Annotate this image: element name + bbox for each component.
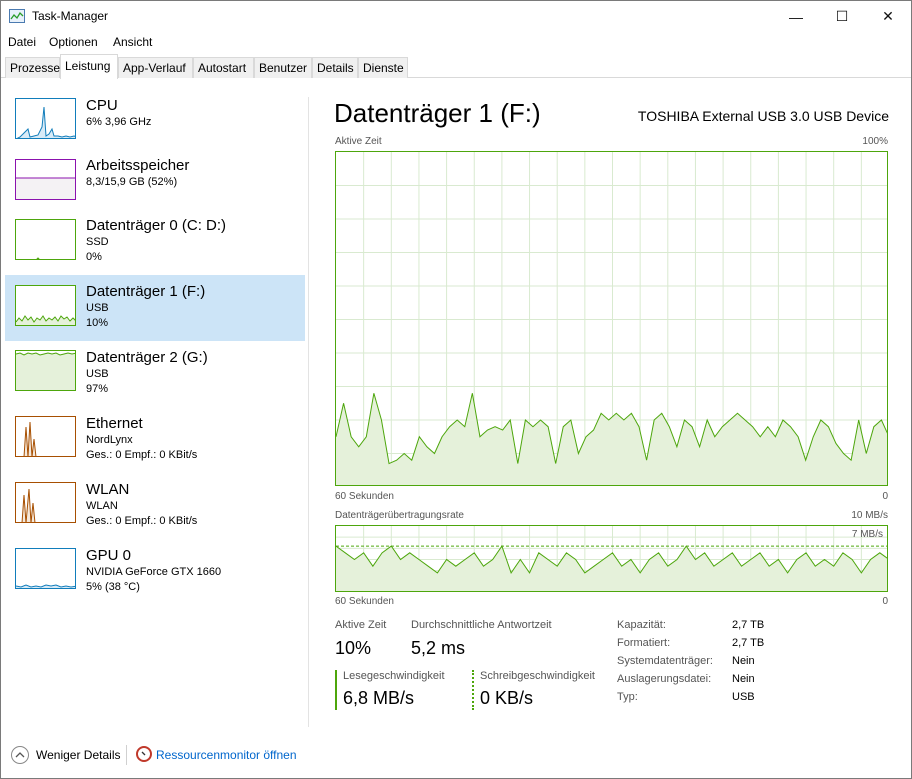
task-manager-icon xyxy=(9,9,25,23)
menu-ansicht[interactable]: Ansicht xyxy=(113,35,152,49)
graph1-max: 100% xyxy=(862,136,888,147)
task-manager-window: Task-Manager — ☐ ✕ Datei Optionen Ansich… xyxy=(0,0,912,779)
maximize-button[interactable]: ☐ xyxy=(819,1,865,32)
sidebar-item-datentraeger-0[interactable]: Datenträger 0 (C: D:) SSD 0% xyxy=(5,214,305,280)
footer-bar: Weniger Details Ressourcenmonitor öffnen xyxy=(1,741,911,769)
tab-app-verlauf[interactable]: App-Verlauf xyxy=(118,57,193,78)
close-button[interactable]: ✕ xyxy=(865,1,911,32)
fewer-details-button[interactable]: Weniger Details xyxy=(36,748,120,762)
prop-key: Auslagerungsdatei: xyxy=(617,673,712,685)
sidebar-item-throughput: Ges.: 0 Empf.: 0 KBit/s xyxy=(86,449,198,461)
sidebar-item-detail: NordLynx xyxy=(86,434,133,446)
sidebar-item-percent: 10% xyxy=(86,317,109,329)
prop-key: Kapazität: xyxy=(617,619,666,631)
sidebar-item-label: CPU xyxy=(86,97,118,114)
sidebar-item-wlan[interactable]: WLAN WLAN Ges.: 0 Empf.: 0 KBit/s xyxy=(5,473,305,539)
tab-details[interactable]: Details xyxy=(312,57,358,78)
sidebar-item-label: WLAN xyxy=(86,481,130,498)
graph1-label: Aktive Zeit xyxy=(335,136,382,147)
resource-sidebar: CPU 6% 3,96 GHz Arbeitsspeicher 8,3/15,9… xyxy=(5,94,307,724)
resource-monitor-icon[interactable] xyxy=(136,746,152,762)
prop-value: 2,7 TB xyxy=(732,637,765,649)
active-time-label: Aktive Zeit xyxy=(335,619,387,631)
sidebar-item-detail: 8,3/15,9 GB (52%) xyxy=(86,176,178,188)
sidebar-item-detail: SSD xyxy=(86,236,109,248)
chevron-up-icon[interactable] xyxy=(11,746,29,764)
panel-divider xyxy=(308,97,309,727)
tab-bar: Prozesse Leistung App-Verlauf Autostart … xyxy=(1,54,911,79)
sidebar-item-datentraeger-2[interactable]: Datenträger 2 (G:) USB 97% xyxy=(5,341,305,407)
disk0-thumbnail-graph xyxy=(15,219,76,260)
open-resource-monitor-link[interactable]: Ressourcenmonitor öffnen xyxy=(156,748,297,762)
sidebar-item-percent: 97% xyxy=(86,383,109,395)
active-time-graph xyxy=(335,151,888,486)
sidebar-item-label: Datenträger 2 (G:) xyxy=(86,349,208,366)
sidebar-item-label: Ethernet xyxy=(86,415,143,432)
menu-optionen[interactable]: Optionen xyxy=(49,35,98,49)
sidebar-item-usage: 5% (38 °C) xyxy=(86,581,140,593)
sidebar-item-detail: NVIDIA GeForce GTX 1660 xyxy=(86,566,222,578)
sidebar-item-detail: USB xyxy=(86,368,109,380)
write-speed-value: 0 KB/s xyxy=(480,688,534,708)
detail-panel: Datenträger 1 (F:) TOSHIBA External USB … xyxy=(334,94,889,714)
graph2-max: 10 MB/s xyxy=(851,510,888,521)
read-speed-value: 6,8 MB/s xyxy=(343,688,415,708)
page-title: Datenträger 1 (F:) xyxy=(334,98,541,128)
tab-autostart[interactable]: Autostart xyxy=(193,57,254,78)
disk1-thumbnail-graph xyxy=(15,285,76,326)
transfer-rate-graph: 7 MB/s xyxy=(335,525,888,592)
disk2-thumbnail-graph xyxy=(15,350,76,391)
read-speed-indicator xyxy=(335,670,337,710)
cpu-thumbnail-graph xyxy=(15,98,76,139)
wlan-thumbnail-graph xyxy=(15,482,76,523)
tab-leistung[interactable]: Leistung xyxy=(60,54,118,79)
prop-key: Systemdatenträger: xyxy=(617,655,713,667)
device-name: TOSHIBA External USB 3.0 USB Device xyxy=(637,108,889,124)
sidebar-item-arbeitsspeicher[interactable]: Arbeitsspeicher 8,3/15,9 GB (52%) xyxy=(5,154,305,220)
response-time-label: Durchschnittliche Antwortzeit xyxy=(411,619,552,631)
prop-value: Nein xyxy=(732,655,755,667)
response-time-value: 5,2 ms xyxy=(411,638,466,658)
title-bar[interactable]: Task-Manager — ☐ ✕ xyxy=(1,1,911,32)
sidebar-item-label: Datenträger 1 (F:) xyxy=(86,283,206,300)
ethernet-thumbnail-graph xyxy=(15,416,76,457)
sidebar-item-label: Arbeitsspeicher xyxy=(86,157,190,174)
prop-value: USB xyxy=(732,691,755,703)
sidebar-item-gpu-0[interactable]: GPU 0 NVIDIA GeForce GTX 1660 5% (38 °C) xyxy=(5,539,305,605)
tab-dienste[interactable]: Dienste xyxy=(358,57,408,78)
sidebar-item-ethernet[interactable]: Ethernet NordLynx Ges.: 0 Empf.: 0 KBit/… xyxy=(5,407,305,473)
active-time-value: 10% xyxy=(335,638,372,658)
graph1-xlabel: 60 Sekunden xyxy=(335,491,394,502)
sidebar-item-label: Datenträger 0 (C: D:) xyxy=(86,217,227,234)
window-title: Task-Manager xyxy=(32,9,109,23)
sidebar-item-detail: WLAN xyxy=(86,500,118,512)
graph2-xlabel: 60 Sekunden xyxy=(335,596,394,607)
menu-bar: Datei Optionen Ansicht xyxy=(1,32,911,52)
sidebar-item-throughput: Ges.: 0 Empf.: 0 KBit/s xyxy=(86,515,198,527)
sidebar-item-detail: 6% 3,96 GHz xyxy=(86,116,152,128)
graph2-reference-label: 7 MB/s xyxy=(851,529,883,540)
prop-key: Formatiert: xyxy=(617,637,671,649)
memory-thumbnail-graph xyxy=(15,159,76,200)
tab-prozesse[interactable]: Prozesse xyxy=(5,57,60,78)
write-speed-label: Schreibgeschwindigkeit xyxy=(480,670,595,682)
graph2-label: Datenträgerübertragungsrate xyxy=(335,510,464,521)
sidebar-item-cpu[interactable]: CPU 6% 3,96 GHz xyxy=(5,94,305,160)
prop-value: 2,7 TB xyxy=(732,619,765,631)
prop-value: Nein xyxy=(732,673,755,685)
tab-benutzer[interactable]: Benutzer xyxy=(254,57,312,78)
write-speed-indicator xyxy=(472,670,474,710)
minimize-button[interactable]: — xyxy=(773,1,819,32)
gpu-thumbnail-graph xyxy=(15,548,76,589)
menu-datei[interactable]: Datei xyxy=(8,35,36,49)
read-speed-label: Lesegeschwindigkeit xyxy=(343,670,445,682)
sidebar-item-percent: 0% xyxy=(86,251,102,263)
sidebar-item-detail: USB xyxy=(86,302,109,314)
sidebar-item-label: GPU 0 xyxy=(86,547,132,564)
graph2-xmin: 0 xyxy=(882,596,888,607)
sidebar-item-datentraeger-1[interactable]: Datenträger 1 (F:) USB 10% xyxy=(5,275,305,341)
graph1-xmin: 0 xyxy=(882,491,888,502)
prop-key: Typ: xyxy=(617,691,638,703)
footer-separator xyxy=(126,745,127,765)
